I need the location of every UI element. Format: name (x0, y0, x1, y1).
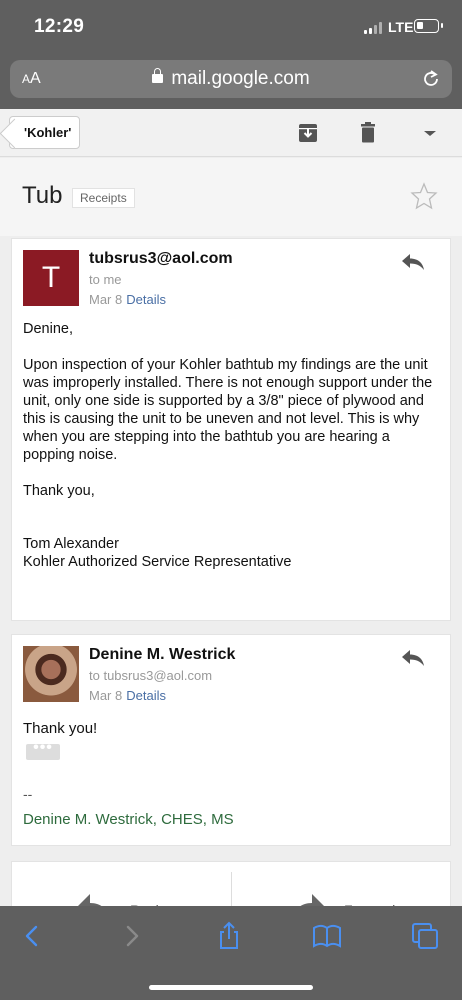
tabs-icon[interactable] (410, 921, 440, 951)
show-trimmed-button[interactable]: ••• (26, 740, 60, 760)
address-bar[interactable]: AA mail.google.com (10, 60, 452, 98)
message-paragraph: Upon inspection of your Kohler bathtub m… (23, 356, 432, 464)
archive-icon[interactable] (296, 121, 320, 145)
subject-row: Tub Receipts (0, 158, 462, 236)
paragraph-line: Upon inspection of your Kohler bathtub m… (23, 357, 428, 373)
reply-icon[interactable] (400, 647, 426, 669)
paragraph-line: popping noise. (23, 447, 118, 463)
gmail-toolbar: 'Kohler' (0, 109, 462, 157)
signature-title: Kohler Authorized Service Representative (23, 554, 292, 570)
message-card: T tubsrus3@aol.com to me Mar 8 Details De… (11, 238, 451, 621)
recipient-line: to tubsrus3@aol.com (89, 668, 213, 683)
home-indicator (149, 985, 313, 990)
message-date: Mar 8 (89, 292, 123, 307)
signature-separator: -- (23, 786, 33, 802)
reply-icon[interactable] (400, 251, 426, 273)
battery-icon (414, 19, 443, 33)
details-link[interactable]: Details (126, 688, 166, 703)
network-label: LTE (388, 19, 414, 35)
trash-icon[interactable] (356, 121, 380, 145)
signal-icon (364, 22, 384, 34)
reload-icon[interactable] (420, 68, 442, 90)
signature-name: Denine M. Westrick, CHES, MS (23, 811, 234, 828)
avatar: T (23, 250, 79, 306)
message-date: Mar 8 (89, 688, 123, 703)
back-label-text: 'Kohler' (24, 125, 72, 140)
recipient-line: to me (89, 272, 122, 287)
sender-name: Denine M. Westrick (89, 646, 236, 663)
sender-name: tubsrus3@aol.com (89, 250, 233, 267)
share-icon[interactable] (214, 921, 244, 951)
paragraph-line: was improperly installed. There is not e… (23, 375, 433, 391)
date-line: Mar 8 Details (89, 688, 166, 703)
greeting-text: Denine, (23, 321, 73, 337)
message-body: Thank you! (23, 720, 98, 737)
status-bar: 12:29 LTE (0, 0, 462, 56)
lock-icon (152, 68, 164, 83)
url-text: mail.google.com (171, 68, 310, 89)
forward-icon[interactable] (117, 921, 147, 951)
paragraph-line: when you are stepping into the bathtub y… (23, 429, 390, 445)
details-link[interactable]: Details (126, 292, 166, 307)
back-icon[interactable] (17, 921, 47, 951)
message-card: Denine M. Westrick to tubsrus3@aol.com M… (11, 634, 451, 846)
date-line: Mar 8 Details (89, 292, 166, 307)
chevron-down-icon[interactable] (418, 121, 442, 145)
avatar (23, 646, 79, 702)
paragraph-line: this is causing the unit to be uneven an… (23, 411, 420, 427)
bookmarks-icon[interactable] (312, 921, 342, 951)
paragraph-line: unit, only one side is supported by a 3/… (23, 393, 424, 409)
label-badge[interactable]: Receipts (72, 188, 135, 208)
back-to-label-button[interactable]: 'Kohler' (9, 116, 81, 149)
signature-name: Tom Alexander (23, 536, 119, 552)
star-icon[interactable] (410, 182, 438, 210)
thread-subject: Tub (22, 182, 63, 209)
status-time: 12:29 (34, 16, 85, 37)
browser-address-area: AA mail.google.com (0, 56, 462, 109)
closing-text: Thank you, (23, 483, 95, 499)
